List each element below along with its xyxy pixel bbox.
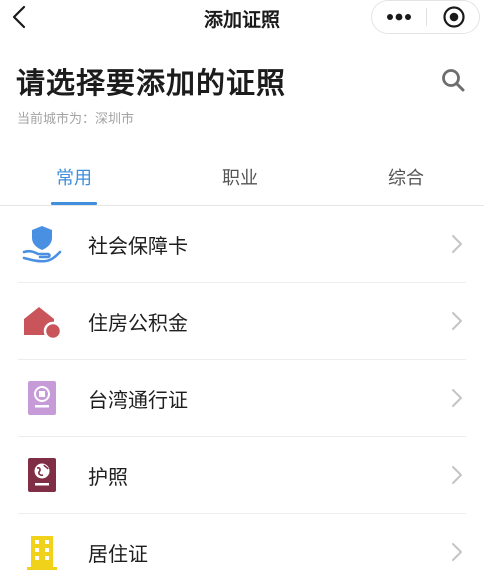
search-button[interactable] — [441, 68, 465, 92]
social-security-hand-icon — [22, 226, 62, 263]
current-city-text: 当前城市为：深圳市 — [17, 112, 135, 127]
nav-bar: 添加证照 — [0, 0, 484, 36]
page-title: 请选择要添加的证照 — [16, 66, 287, 100]
chevron-right-icon — [452, 466, 462, 484]
taiwan-pass-icon — [28, 381, 56, 415]
chevron-right-icon — [452, 312, 462, 330]
list-item-social-security[interactable]: 社会保障卡 — [0, 206, 484, 283]
list-item-residence-permit[interactable]: 居住证 — [0, 514, 484, 587]
list-item-housing-fund[interactable]: 住房公积金 — [0, 283, 484, 360]
passport-globe-icon — [28, 458, 56, 492]
list-item-passport[interactable]: 护照 — [0, 437, 484, 514]
more-dots-icon — [387, 13, 411, 21]
residence-building-icon — [27, 536, 57, 570]
target-close-icon — [442, 6, 465, 28]
more-button[interactable] — [372, 1, 426, 33]
list-item-label: 社会保障卡 — [88, 234, 188, 258]
mini-program-capsule — [371, 0, 480, 34]
chevron-right-icon — [452, 235, 462, 253]
house-fund-icon — [24, 307, 62, 341]
tab-occupation[interactable]: 职业 — [190, 164, 290, 190]
list-item-label: 居住证 — [88, 542, 148, 566]
chevron-right-icon — [452, 543, 462, 561]
list-item-label: 台湾通行证 — [88, 388, 188, 412]
search-icon — [442, 69, 465, 92]
list-item-taiwan-pass[interactable]: 台湾通行证 — [0, 360, 484, 437]
close-mini-program-button[interactable] — [427, 1, 480, 33]
chevron-right-icon — [452, 389, 462, 407]
list-item-label: 住房公积金 — [88, 311, 188, 335]
active-tab-indicator — [51, 202, 97, 205]
tab-comprehensive[interactable]: 综合 — [356, 164, 456, 190]
category-tabs: 常用 职业 综合 — [0, 150, 484, 206]
list-item-label: 护照 — [88, 465, 128, 489]
tab-common[interactable]: 常用 — [24, 164, 124, 190]
